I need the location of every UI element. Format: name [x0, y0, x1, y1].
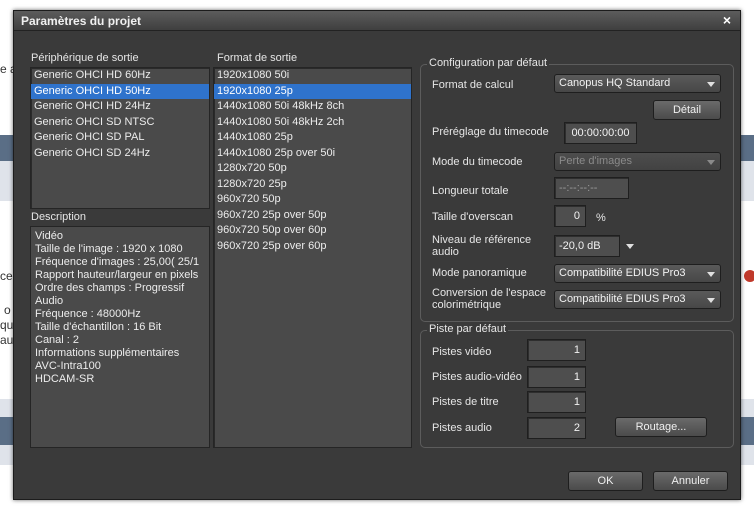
output-device-item[interactable]: Generic OHCI SD PAL: [31, 130, 209, 146]
routing-button[interactable]: Routage...: [615, 417, 707, 437]
overscan-label: Taille d'overscan: [432, 211, 513, 223]
audio-ref-dropdown-icon[interactable]: [626, 244, 634, 249]
description-line: Canal : 2: [35, 334, 80, 346]
timecode-mode-label: Mode du timecode: [432, 156, 523, 168]
description-line: AVC-Intra100: [35, 360, 101, 372]
timecode-preset-field[interactable]: 00:00:00:00: [564, 122, 637, 144]
output-format-label: Format de sortie: [217, 52, 298, 64]
output-format-item[interactable]: 1440x1080 50i 48kHz 2ch: [214, 115, 411, 131]
background-text: o: [4, 303, 11, 317]
chevron-down-icon: [707, 298, 715, 303]
output-format-item[interactable]: 1280x720 50p: [214, 161, 411, 177]
output-device-item[interactable]: Generic OHCI SD 24Hz: [31, 146, 209, 162]
description-line: Fréquence d'images : 25,00( 25/1: [35, 256, 200, 268]
pan-mode-select[interactable]: Compatibilité EDIUS Pro3: [554, 264, 721, 283]
chevron-down-icon: [707, 160, 715, 165]
description-line: Rapport hauteur/largeur en pixels: [35, 269, 199, 281]
calc-format-select[interactable]: Canopus HQ Standard: [554, 74, 721, 93]
video-tracks-label: Pistes vidéo: [432, 346, 492, 358]
dialog-titlebar[interactable]: Paramètres du projet ×: [14, 11, 740, 31]
audio-ref-label: Niveau de référence audio: [432, 234, 532, 258]
color-space-label: Conversion de l'espace colorimétrique: [432, 287, 547, 311]
description-line: Taille de l'image : 1920 x 1080: [35, 243, 183, 255]
cancel-button[interactable]: Annuler: [653, 471, 728, 491]
dialog-title: Paramètres du projet: [21, 14, 142, 28]
description-line: Audio: [35, 295, 64, 307]
output-device-item[interactable]: Generic OHCI HD 24Hz: [31, 99, 209, 115]
description-label: Description: [31, 211, 87, 223]
default-tracks-title: Piste par défaut: [427, 323, 509, 335]
overscan-unit: %: [596, 212, 606, 224]
timecode-mode-select: Perte d'images: [554, 152, 721, 171]
output-device-label: Périphérique de sortie: [31, 52, 139, 64]
chevron-down-icon: [707, 272, 715, 277]
timecode-preset-label: Préréglage du timecode: [432, 126, 549, 138]
output-format-item[interactable]: 1280x720 25p: [214, 177, 411, 193]
description-line: Vidéo: [35, 230, 63, 242]
output-format-item[interactable]: 960x720 50p: [214, 192, 411, 208]
background-text: ce: [0, 269, 13, 283]
output-device-item[interactable]: Generic OHCI HD 50Hz: [31, 83, 209, 99]
output-format-item[interactable]: 1440x1080 25p over 50i: [214, 146, 411, 162]
output-format-item[interactable]: 960x720 25p over 60p: [214, 239, 411, 255]
description-line: Informations supplémentaires: [35, 347, 180, 359]
title-tracks-field[interactable]: 1: [527, 391, 586, 413]
audio-tracks-field[interactable]: 2: [527, 417, 586, 439]
description-box: Vidéo Taille de l'image : 1920 x 1080 Fréq…: [30, 226, 210, 448]
overscan-field[interactable]: 0: [554, 205, 586, 227]
output-format-item[interactable]: 1920x1080 50i: [214, 68, 411, 84]
description-line: Ordre des champs : Progressif: [35, 282, 185, 294]
ok-button[interactable]: OK: [568, 471, 643, 491]
video-tracks-field[interactable]: 1: [527, 339, 586, 361]
background-text: au: [0, 333, 14, 347]
title-tracks-label: Pistes de titre: [432, 396, 499, 408]
description-line: Fréquence : 48000Hz: [35, 308, 141, 320]
description-line: Taille d'échantillon : 16 Bit: [35, 321, 162, 333]
color-space-select[interactable]: Compatibilité EDIUS Pro3: [554, 290, 721, 309]
description-line: HDCAM-SR: [35, 373, 95, 385]
av-tracks-label: Pistes audio-vidéo: [432, 371, 522, 383]
output-format-item[interactable]: 1440x1080 50i 48kHz 8ch: [214, 99, 411, 115]
calc-format-label: Format de calcul: [432, 79, 514, 91]
default-config-title: Configuration par défaut: [427, 57, 550, 69]
project-settings-dialog: Paramètres du projet × Périphérique de s…: [13, 10, 741, 500]
audio-tracks-label: Pistes audio: [432, 422, 492, 434]
output-format-item[interactable]: 1440x1080 25p: [214, 130, 411, 146]
output-device-list[interactable]: Generic OHCI HD 60Hz Generic OHCI HD 50Hz…: [30, 67, 210, 209]
chevron-down-icon: [707, 82, 715, 87]
pan-mode-label: Mode panoramique: [432, 267, 527, 279]
audio-ref-field[interactable]: -20,0 dB: [554, 235, 620, 257]
background-status-icon: [744, 270, 754, 282]
detail-button[interactable]: Détail: [653, 100, 721, 120]
output-format-item[interactable]: 1920x1080 25p: [214, 83, 411, 99]
output-format-item[interactable]: 960x720 25p over 50p: [214, 208, 411, 224]
av-tracks-field[interactable]: 1: [527, 366, 586, 388]
total-length-label: Longueur totale: [432, 185, 509, 197]
close-icon[interactable]: ×: [720, 13, 734, 27]
output-format-item[interactable]: 960x720 50p over 60p: [214, 223, 411, 239]
background-text: qu: [0, 318, 14, 332]
output-format-list[interactable]: 1920x1080 50i 1920x1080 25p 1440x1080 50i …: [213, 67, 412, 448]
output-device-item[interactable]: Generic OHCI HD 60Hz: [31, 68, 209, 84]
output-device-item[interactable]: Generic OHCI SD NTSC: [31, 115, 209, 131]
total-length-field: --:--:--:--: [554, 177, 629, 199]
